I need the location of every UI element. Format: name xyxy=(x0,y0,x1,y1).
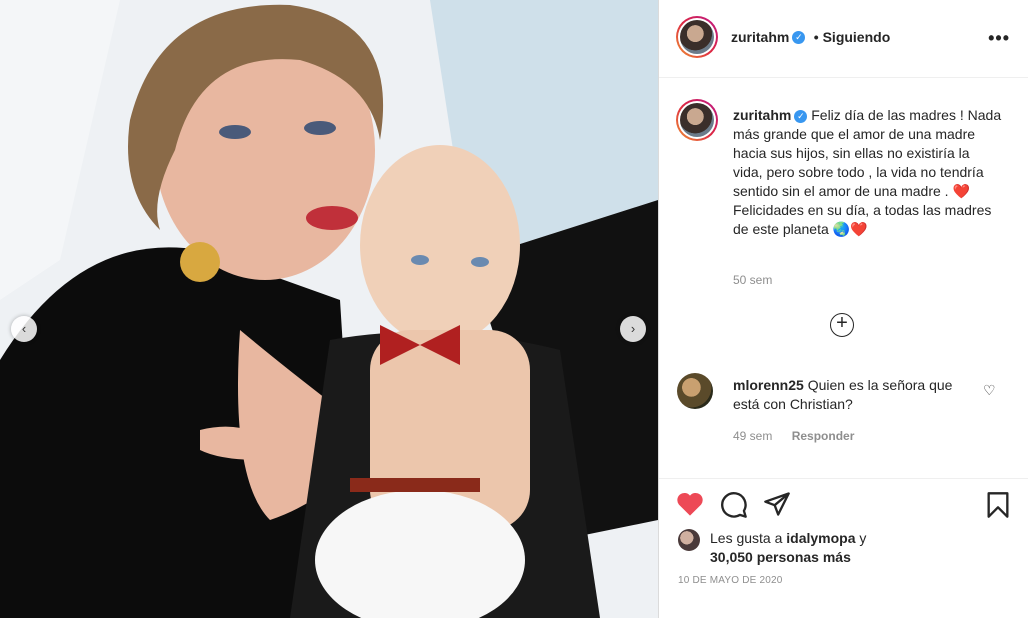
caption-text: Feliz día de las madres ! Nada más grand… xyxy=(733,107,1002,237)
chevron-left-icon: ‹ xyxy=(21,321,27,336)
post-sidebar: zuritahm ✓ • Siguiendo ••• zuritahm ✓ Feli… xyxy=(659,0,1028,618)
liker-avatar[interactable] xyxy=(678,529,700,551)
post-date[interactable]: 10 DE MAYO DE 2020 xyxy=(678,575,783,586)
post-actions: Les gusta a idalymopa y 30,050 personas … xyxy=(659,478,1028,619)
likes-joiner: y xyxy=(855,530,867,546)
comment-time[interactable]: 49 sem xyxy=(733,429,772,443)
post-photo: ‹ › xyxy=(0,0,658,618)
caption-username[interactable]: zuritahm xyxy=(733,107,791,123)
comment-like-icon[interactable]: ♡ xyxy=(983,382,996,399)
more-options-icon[interactable]: ••• xyxy=(988,28,1010,49)
likes-prefix: Les gusta a xyxy=(710,530,787,546)
liker-username[interactable]: idalymopa xyxy=(786,530,855,546)
comment-meta: 49 sem Responder xyxy=(733,429,854,443)
comment-icon[interactable] xyxy=(720,491,748,519)
verified-icon: ✓ xyxy=(794,109,808,123)
likes-count[interactable]: 30,050 personas más xyxy=(710,549,851,565)
caption-avatar[interactable] xyxy=(676,99,718,141)
post-caption: zuritahm ✓ Feliz día de las madres ! Nada… xyxy=(733,106,1003,239)
comment-username[interactable]: mlorenn25 xyxy=(733,377,804,393)
share-icon[interactable] xyxy=(763,491,791,517)
chevron-right-icon: › xyxy=(630,321,636,336)
save-bookmark-icon[interactable] xyxy=(986,491,1010,519)
author-username[interactable]: zuritahm xyxy=(731,29,789,45)
author-avatar[interactable] xyxy=(676,16,718,58)
header-user-line: zuritahm ✓ • Siguiendo xyxy=(731,29,890,47)
carousel-prev-button[interactable]: ‹ xyxy=(11,316,37,342)
likes-summary: Les gusta a idalymopa y 30,050 personas … xyxy=(710,529,866,567)
post-header: zuritahm ✓ • Siguiendo ••• xyxy=(659,0,1028,78)
caption-time[interactable]: 50 sem xyxy=(733,273,772,287)
add-comment-icon[interactable]: + xyxy=(830,313,854,337)
verified-icon: ✓ xyxy=(792,31,806,45)
post-image xyxy=(0,0,658,618)
reply-button[interactable]: Responder xyxy=(792,429,855,443)
follow-status[interactable]: • Siguiendo xyxy=(814,29,890,45)
commenter-avatar[interactable] xyxy=(677,373,713,409)
carousel-next-button[interactable]: › xyxy=(620,316,646,342)
like-heart-icon[interactable] xyxy=(676,491,704,517)
comment: mlorenn25 Quien es la señora que está co… xyxy=(733,376,973,414)
